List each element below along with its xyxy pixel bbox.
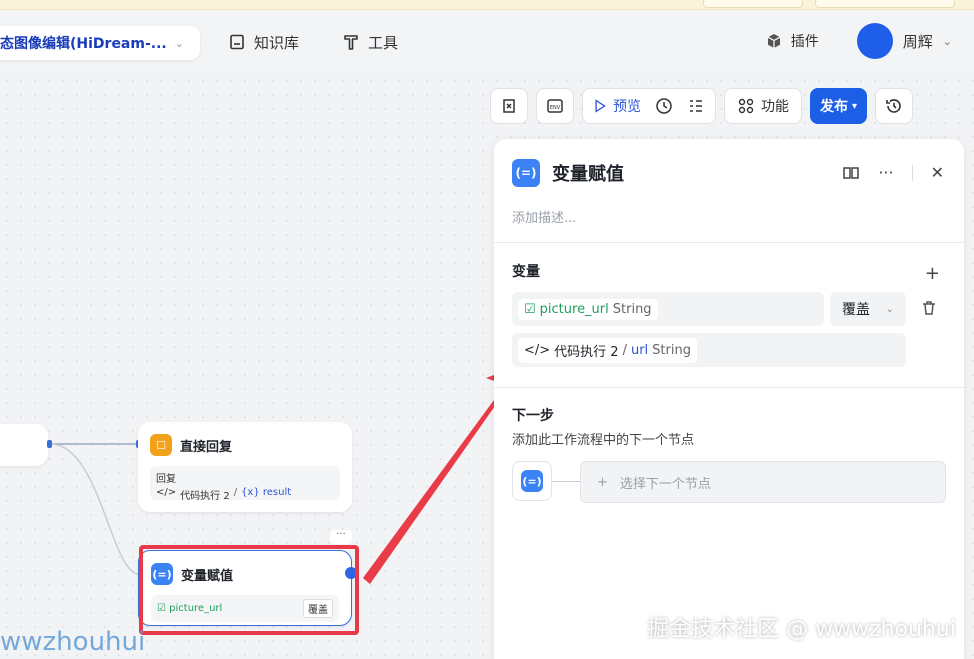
more-icon[interactable]: ··· bbox=[878, 163, 893, 182]
panel-actions: ··· ✕ bbox=[842, 163, 944, 182]
divider bbox=[494, 242, 964, 243]
var-type: String bbox=[612, 301, 652, 317]
reply-icon: ☐ bbox=[150, 434, 172, 456]
grid-icon bbox=[738, 98, 754, 114]
canvas-toolbar: ENV 预览 功能 发布 ▾ bbox=[490, 88, 914, 124]
delete-icon[interactable] bbox=[920, 299, 938, 321]
watermark: 掘金技术社区 @ wwwzhouhui bbox=[647, 617, 956, 642]
next-step-desc: 添加此工作流程中的下一个节点 bbox=[512, 433, 695, 448]
plus-icon: + bbox=[597, 474, 608, 490]
node-title: 直接回复 bbox=[180, 439, 233, 455]
source-select[interactable]: </> 代码执行 2 / url String bbox=[512, 333, 906, 367]
connector-line bbox=[552, 481, 580, 482]
next-node-select[interactable]: + 选择下一个节点 bbox=[580, 461, 946, 503]
description-input[interactable]: 添加描述... bbox=[512, 207, 576, 226]
variable-icon bbox=[503, 99, 515, 113]
next-step-label: 下一步 bbox=[512, 408, 554, 424]
body-label: 回复 bbox=[156, 474, 176, 485]
current-node-chip: (=) bbox=[512, 461, 552, 501]
variable-icon: ☑ bbox=[524, 301, 536, 317]
next-node-placeholder: 选择下一个节点 bbox=[619, 476, 711, 492]
upstream-node[interactable] bbox=[0, 424, 48, 466]
edge-line bbox=[49, 443, 139, 575]
separator: / bbox=[622, 342, 627, 358]
function-label: 功能 bbox=[761, 99, 789, 115]
variable-chip: ☑ picture_url String bbox=[518, 298, 658, 320]
separator: / bbox=[233, 487, 238, 498]
history-button[interactable] bbox=[875, 88, 914, 124]
code-icon: </> bbox=[524, 342, 551, 358]
chevron-down-icon: ⌄ bbox=[885, 303, 894, 315]
source-node: 代码执行 2 bbox=[180, 491, 230, 502]
book-open-icon[interactable] bbox=[842, 164, 860, 182]
code-icon: </> bbox=[156, 487, 177, 498]
source-node: 代码执行 2 bbox=[554, 344, 619, 360]
source-chip: </> 代码执行 2 / url String bbox=[518, 337, 697, 363]
reply-node[interactable]: ☐ 直接回复 回复 </> 代码执行 2 / {x} result bbox=[138, 422, 352, 512]
more-icon[interactable]: ··· bbox=[330, 530, 352, 544]
chevron-down-icon: ▾ bbox=[852, 100, 858, 112]
add-variable-icon[interactable]: + bbox=[925, 263, 940, 284]
mode-value: 覆盖 bbox=[842, 302, 870, 318]
node-port[interactable] bbox=[47, 440, 52, 448]
panel-header: (=) 变量赋值 bbox=[512, 159, 624, 187]
variable-assign-icon: (=) bbox=[521, 470, 543, 492]
function-button[interactable]: 功能 bbox=[724, 88, 802, 124]
preview-label: 预览 bbox=[613, 99, 641, 115]
var-name: picture_url bbox=[539, 301, 609, 317]
preview-group: 预览 bbox=[582, 88, 716, 124]
history-run-icon[interactable] bbox=[655, 97, 673, 115]
publish-label: 发布 bbox=[820, 99, 848, 115]
source-var: {x} result bbox=[241, 487, 292, 498]
body-ref: </> 代码执行 2 / {x} result bbox=[156, 487, 334, 502]
checklist-icon[interactable] bbox=[687, 97, 705, 115]
highlight-box bbox=[139, 545, 359, 635]
variable-assign-icon: (=) bbox=[512, 159, 540, 187]
watermark-left: wwzhouhui bbox=[0, 627, 146, 657]
divider bbox=[911, 164, 913, 181]
close-icon[interactable]: ✕ bbox=[931, 163, 944, 182]
publish-button[interactable]: 发布 ▾ bbox=[810, 88, 868, 124]
play-icon bbox=[595, 99, 606, 113]
preview-button[interactable]: 预览 bbox=[593, 96, 641, 116]
node-config-panel: (=) 变量赋值 ··· ✕ 添加描述... 变量 + ☑ picture_ur… bbox=[494, 139, 964, 659]
variables-label: 变量 bbox=[512, 264, 540, 280]
node-body: 回复 </> 代码执行 2 / {x} result bbox=[150, 466, 340, 502]
variable-button[interactable] bbox=[490, 88, 528, 124]
svg-text:ENV: ENV bbox=[550, 105, 561, 111]
mode-select[interactable]: 覆盖 ⌄ bbox=[830, 292, 906, 326]
divider bbox=[494, 387, 964, 388]
node-header: ☐ 直接回复 bbox=[150, 434, 340, 456]
history-icon bbox=[886, 99, 901, 113]
source-type: String bbox=[652, 342, 691, 358]
env-icon: ENV bbox=[547, 99, 563, 113]
variable-select[interactable]: ☑ picture_url String bbox=[512, 292, 824, 326]
panel-title: 变量赋值 bbox=[552, 164, 624, 185]
env-button[interactable]: ENV bbox=[536, 88, 574, 124]
source-var: url bbox=[630, 342, 649, 358]
